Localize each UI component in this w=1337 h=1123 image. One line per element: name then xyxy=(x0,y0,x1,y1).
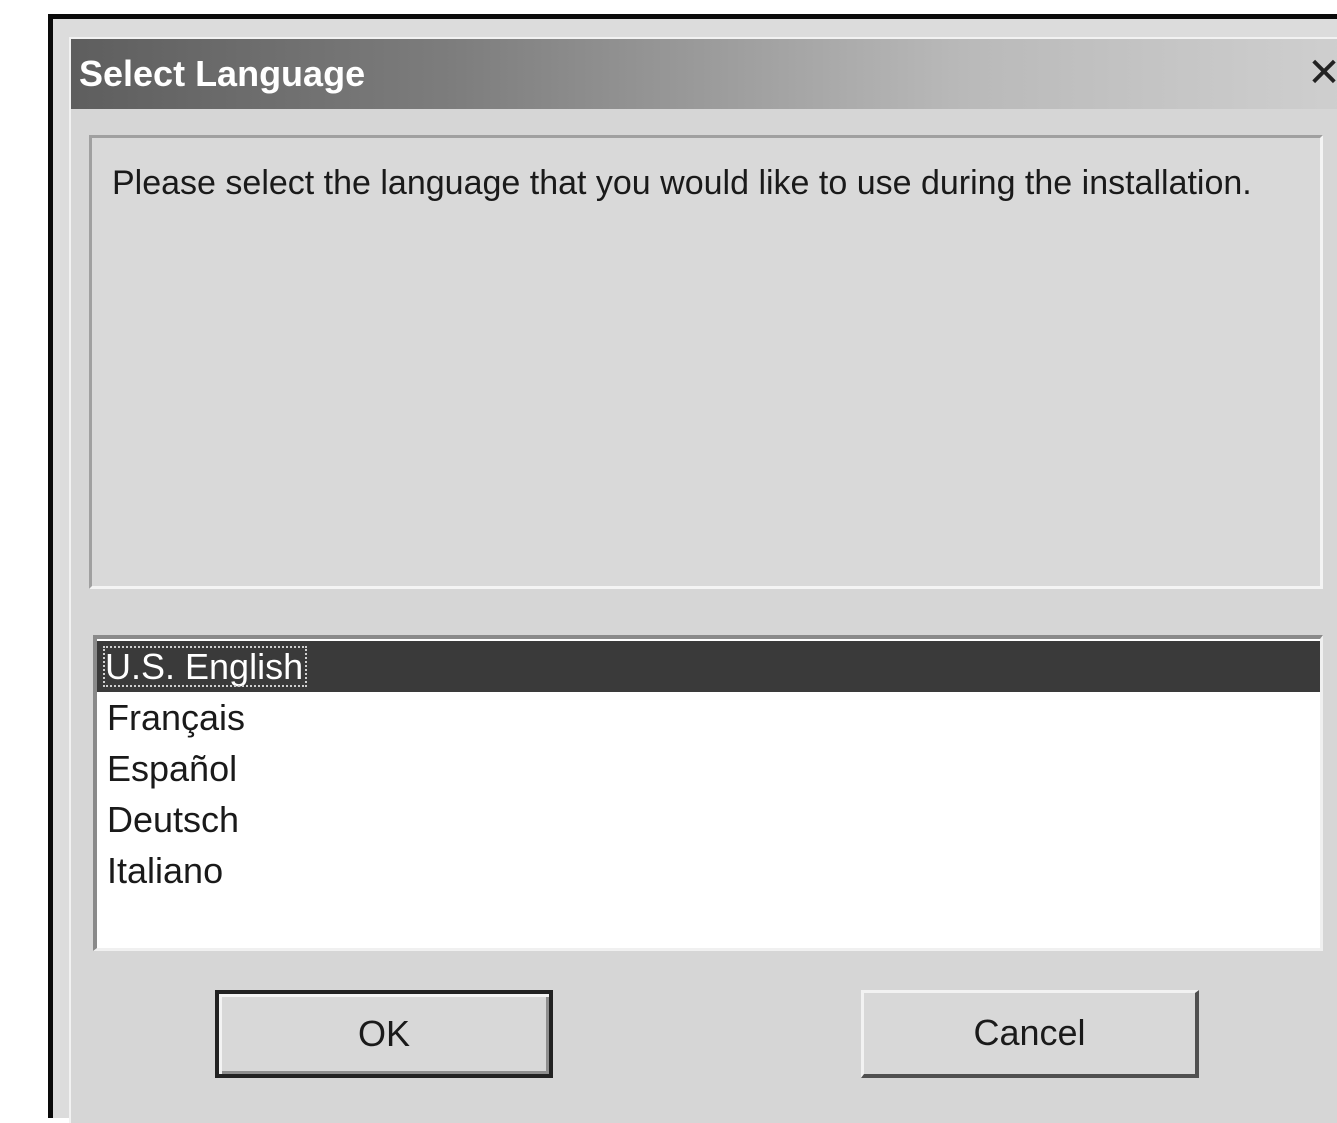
language-option-deutsch[interactable]: Deutsch xyxy=(97,794,1320,845)
dialog-title: Select Language xyxy=(79,53,366,94)
language-option-francais[interactable]: Français xyxy=(97,692,1320,743)
ok-button[interactable]: OK xyxy=(215,990,553,1078)
instruction-text: Please select the language that you woul… xyxy=(89,135,1323,589)
window-frame: Select Language ✕ Please select the lang… xyxy=(48,14,1337,1123)
close-icon[interactable]: ✕ xyxy=(1302,51,1337,95)
select-language-dialog: Select Language ✕ Please select the lang… xyxy=(69,37,1337,1123)
language-option-espanol[interactable]: Español xyxy=(97,743,1320,794)
language-option-us-english[interactable]: U.S. English xyxy=(97,641,1320,692)
cancel-button[interactable]: Cancel xyxy=(861,990,1199,1078)
title-bar[interactable]: Select Language ✕ xyxy=(71,39,1337,109)
language-option-italiano[interactable]: Italiano xyxy=(97,845,1320,896)
language-listbox[interactable]: U.S. English Français Español Deutsch It… xyxy=(93,635,1323,951)
